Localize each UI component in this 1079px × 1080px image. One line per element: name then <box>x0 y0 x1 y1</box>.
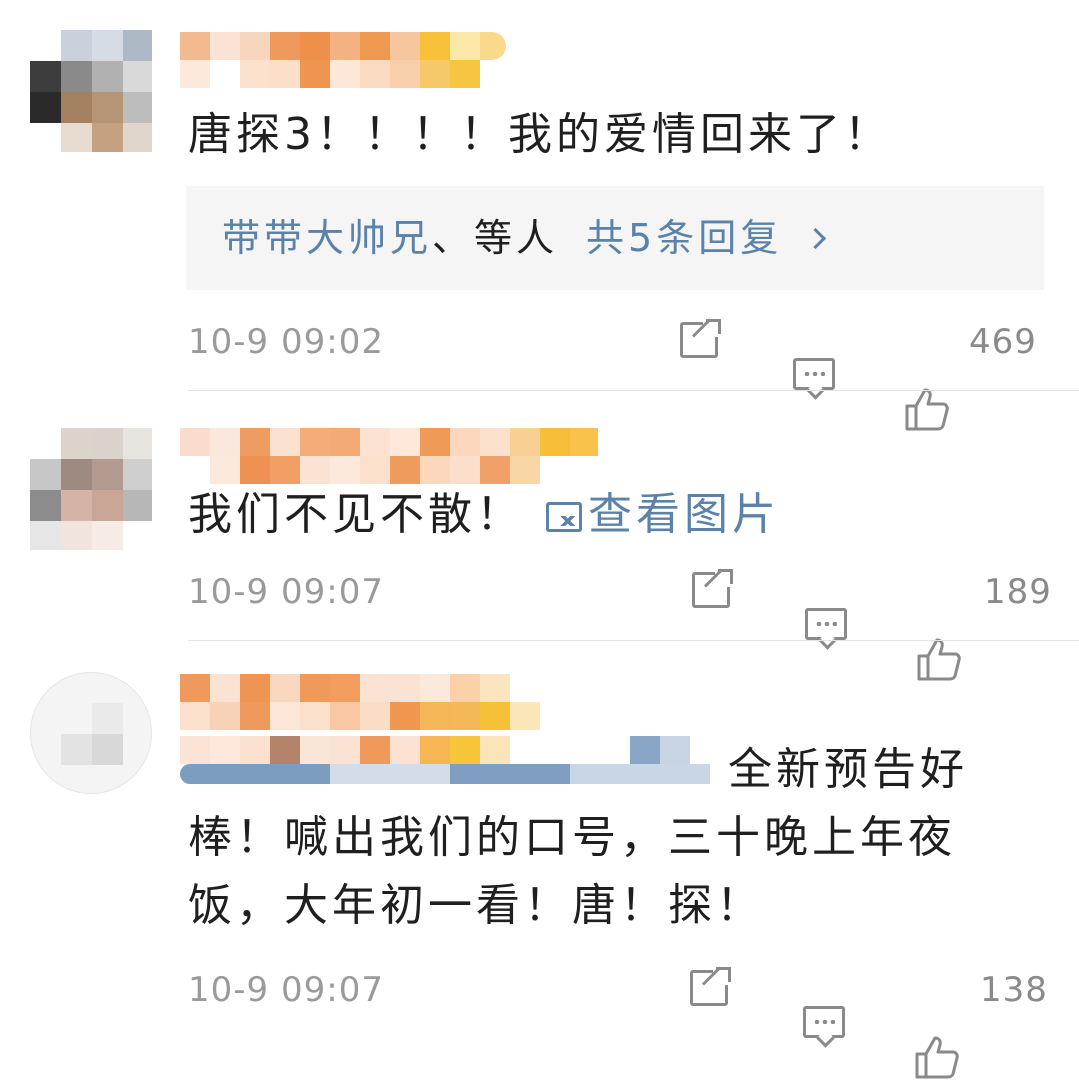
timestamp: 10-9 09:07 <box>188 572 384 612</box>
username-obscured[interactable] <box>180 428 598 484</box>
reply-preview[interactable]: 带带大帅兄、等人 共5条回复 <box>186 186 1044 290</box>
avatar[interactable] <box>30 672 152 794</box>
like-count: 138 <box>980 970 1048 1010</box>
comment-meta: 10-9 09:07 138 <box>188 967 1048 1079</box>
thumbs-up-icon[interactable] <box>904 386 950 431</box>
divider <box>188 390 1079 391</box>
timestamp: 10-9 09:07 <box>188 970 384 1010</box>
thumbs-up-icon[interactable] <box>914 1034 960 1079</box>
comment-meta: 10-9 09:07 189 <box>188 569 1051 681</box>
comment-actions: 189 <box>692 569 1051 681</box>
image-icon <box>546 502 582 532</box>
like-count: 469 <box>969 322 1037 362</box>
share-icon[interactable] <box>692 569 733 608</box>
username-obscured[interactable] <box>180 674 540 730</box>
reply-separator: 、等人 <box>432 216 559 260</box>
comment-meta: 10-9 09:02 469 <box>188 319 1048 431</box>
comment-actions: 469 <box>680 319 1042 431</box>
comment-text: 我们不见不散！ 查看图片 <box>188 484 780 546</box>
comment-text: 唐探3！！！！我的爱情回来了！ <box>188 109 892 160</box>
view-image-link[interactable]: 查看图片 <box>546 489 780 540</box>
avatar[interactable] <box>30 30 152 152</box>
share-icon[interactable] <box>680 319 721 358</box>
comment-icon[interactable] <box>805 608 847 640</box>
thumbs-up-icon[interactable] <box>916 636 962 681</box>
chevron-right-icon <box>805 227 827 250</box>
avatar[interactable] <box>30 428 152 550</box>
comment-text: 全新预告好棒！喊出我们的口号，三十晚上年夜饭，大年初一看！唐！探！ <box>188 744 968 931</box>
timestamp: 10-9 09:02 <box>188 322 384 362</box>
comment-icon[interactable] <box>793 358 835 390</box>
divider <box>188 640 1079 641</box>
comment-body: 我们不见不散！ <box>188 489 524 540</box>
reply-count[interactable]: 共5条回复 <box>586 216 782 260</box>
like-count: 189 <box>984 572 1052 612</box>
username-obscured[interactable] <box>180 32 506 88</box>
reply-users[interactable]: 带带大帅兄 <box>222 216 432 260</box>
share-icon[interactable] <box>690 967 731 1006</box>
view-image-label: 查看图片 <box>588 489 780 540</box>
comment-icon[interactable] <box>803 1006 845 1038</box>
comment-actions: 138 <box>690 967 1047 1079</box>
